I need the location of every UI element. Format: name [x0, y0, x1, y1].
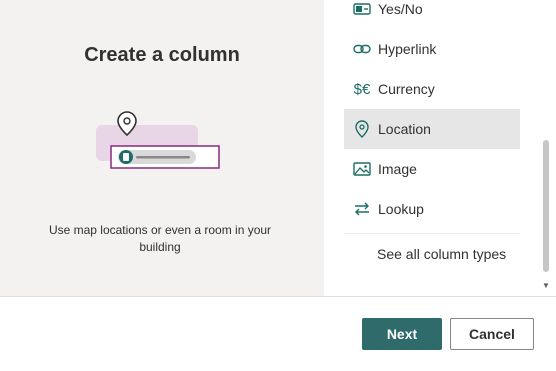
- list-scrollbar[interactable]: ▼: [540, 0, 552, 296]
- location-illustration: [96, 111, 222, 175]
- column-type-label: Lookup: [378, 201, 424, 217]
- panel-description: Use map locations or even a room in your…: [48, 223, 272, 254]
- lookup-arrows-icon: [352, 199, 372, 219]
- scroll-down-arrow-icon[interactable]: ▼: [541, 280, 551, 290]
- column-type-label: Hyperlink: [378, 41, 437, 57]
- column-type-currency[interactable]: $€ Currency: [344, 69, 520, 109]
- column-type-image[interactable]: Image: [344, 149, 520, 189]
- location-pin-icon: [352, 119, 372, 139]
- footer-divider: [0, 296, 556, 297]
- column-type-lookup[interactable]: Lookup: [344, 189, 520, 229]
- currency-icon: $€: [352, 79, 372, 99]
- column-type-hyperlink[interactable]: Hyperlink: [344, 29, 520, 69]
- column-type-list-panel: Yes/No Hyperlink $€ Currency Location Im…: [324, 0, 556, 296]
- panel-title: Create a column: [84, 44, 240, 66]
- next-button[interactable]: Next: [362, 318, 442, 350]
- column-type-label: Image: [378, 161, 417, 177]
- column-type-list: Yes/No Hyperlink $€ Currency Location Im…: [344, 0, 520, 274]
- column-type-yes-no[interactable]: Yes/No: [344, 0, 520, 29]
- see-all-column-types-link[interactable]: See all column types: [344, 234, 520, 274]
- cancel-button[interactable]: Cancel: [450, 318, 534, 350]
- link-icon: [352, 39, 372, 59]
- column-type-label: Currency: [378, 81, 435, 97]
- yes-no-icon: [352, 0, 372, 19]
- scrollbar-thumb[interactable]: [543, 140, 549, 272]
- column-type-label: Yes/No: [378, 1, 423, 17]
- image-icon: [352, 159, 372, 179]
- create-column-dialog: Create a column Use map locations or eve…: [0, 0, 556, 371]
- currency-glyph: $€: [353, 80, 371, 98]
- preview-panel: Create a column Use map locations or eve…: [0, 0, 324, 296]
- column-type-label: Location: [378, 121, 431, 137]
- column-type-location[interactable]: Location: [344, 109, 520, 149]
